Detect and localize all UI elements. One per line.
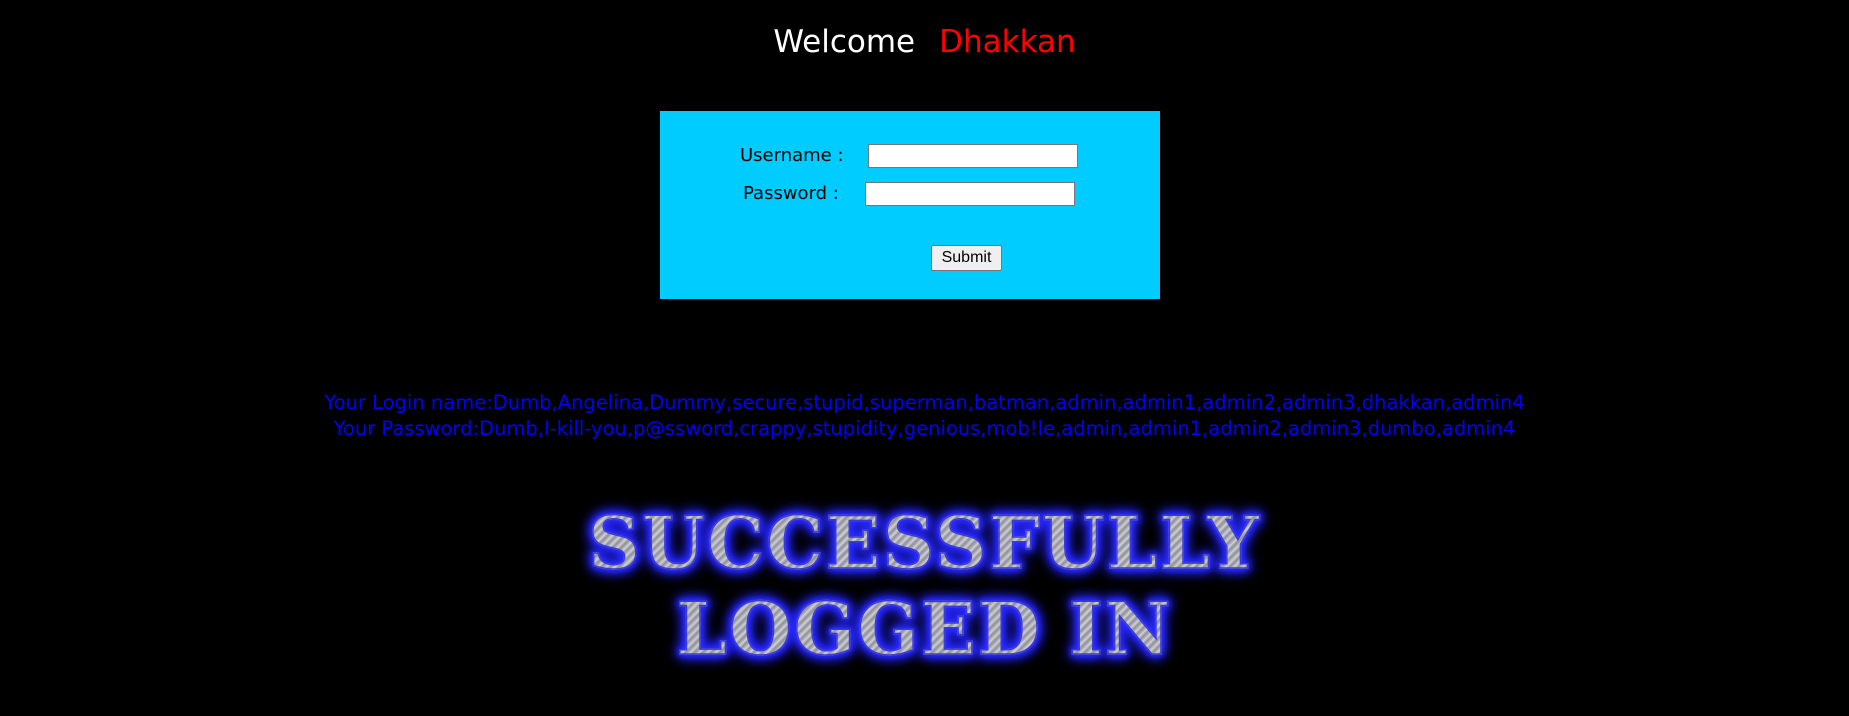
submit-button[interactable]: Submit bbox=[931, 245, 1002, 271]
success-line-1: SUCCESSFULLY bbox=[587, 499, 1261, 586]
login-form: Username : Password : Submit bbox=[660, 111, 1160, 299]
page: Welcome Dhakkan Username : Password : Sub… bbox=[0, 0, 1849, 716]
welcome-username: Dhakkan bbox=[939, 24, 1076, 60]
password-label: Password : bbox=[743, 183, 839, 204]
success-banner-text: SUCCESSFULLY LOGGED IN bbox=[587, 499, 1261, 672]
login-names-text: Your Login name:Dumb,Angelina,Dummy,secu… bbox=[324, 391, 1525, 414]
username-label: Username : bbox=[740, 145, 844, 166]
passwords-text: Your Password:Dumb,I-kill-you,p@ssword,c… bbox=[333, 417, 1516, 440]
welcome-heading: Welcome Dhakkan bbox=[0, 18, 1849, 66]
credentials-output: Your Login name:Dumb,Angelina,Dummy,secu… bbox=[0, 390, 1849, 442]
success-line-2: LOGGED IN bbox=[676, 585, 1173, 672]
password-input[interactable] bbox=[865, 182, 1075, 206]
username-input[interactable] bbox=[868, 144, 1078, 168]
welcome-greeting: Welcome bbox=[773, 24, 916, 60]
success-banner: SUCCESSFULLY LOGGED IN bbox=[0, 499, 1849, 672]
